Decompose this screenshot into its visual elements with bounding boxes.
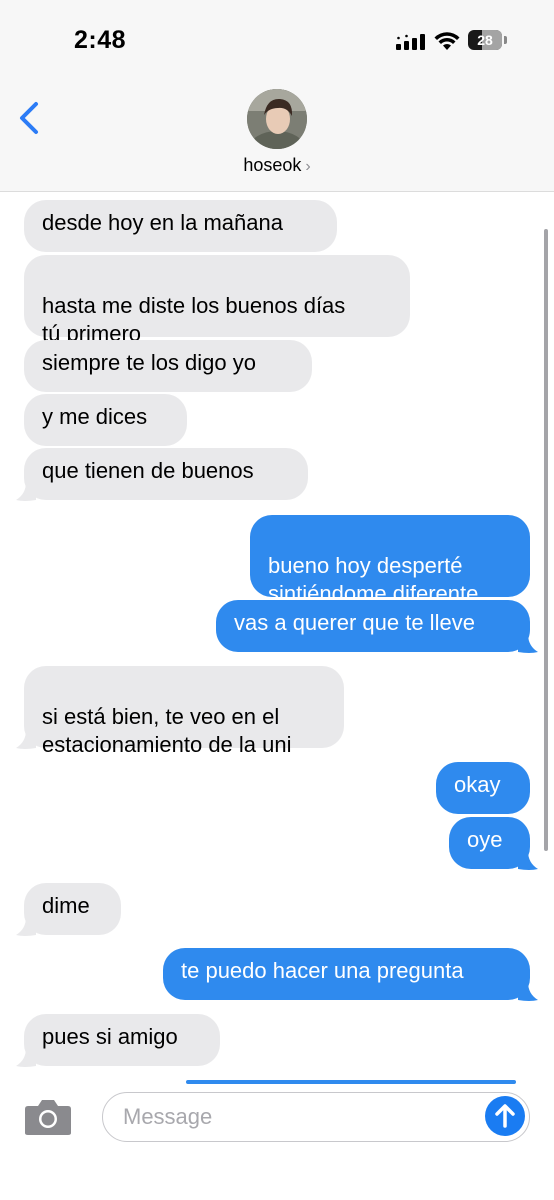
- battery-icon: 28: [468, 30, 508, 52]
- message-text: okay: [454, 772, 501, 797]
- contact-name-button[interactable]: hoseok ›: [0, 155, 554, 176]
- message-text: si está bien, te veo en el estacionamien…: [42, 704, 292, 757]
- contact-name: hoseok: [243, 155, 302, 175]
- message-text: bueno hoy desperté sintiéndome diferente: [268, 553, 479, 606]
- wifi-icon: [434, 32, 460, 50]
- message-text: desde hoy en la mañana: [42, 210, 283, 235]
- scrollbar[interactable]: [544, 229, 548, 851]
- bubble-tail: [16, 1048, 36, 1067]
- camera-icon[interactable]: [24, 1098, 72, 1136]
- message-text: te puedo hacer una pregunta: [181, 958, 464, 983]
- status-time: 2:48: [74, 26, 127, 54]
- bubble-tail: [16, 730, 36, 749]
- message-text: oye: [467, 827, 503, 852]
- message-bubble[interactable]: pues si amigo: [24, 1014, 220, 1066]
- message-text: vas a querer que te lleve: [234, 610, 475, 635]
- chevron-right-icon: ›: [305, 158, 311, 175]
- avatar[interactable]: [247, 89, 307, 149]
- message-bubble[interactable]: desde hoy en la mañana: [24, 200, 337, 252]
- bubble-tail: [16, 917, 36, 936]
- bubble-tail: [518, 634, 538, 653]
- message-bubble[interactable]: vas a querer que te lleve: [216, 600, 530, 652]
- message-bubble[interactable]: si está bien, te veo en el estacionamien…: [24, 666, 344, 757]
- message-bubble[interactable]: dime: [24, 883, 121, 935]
- message-bubble[interactable]: hasta me diste los buenos días tú primer…: [24, 255, 410, 346]
- message-bubble[interactable]: okay: [436, 762, 530, 814]
- message-text: y me dices: [42, 404, 148, 429]
- message-bubble[interactable]: que tienen de buenos: [24, 448, 308, 500]
- message-text: hasta me diste los buenos días tú primer…: [42, 293, 346, 346]
- conversation-header: hoseok ›: [0, 80, 554, 192]
- status-bar: 2:48 28: [0, 0, 554, 80]
- message-input-placeholder: Message: [123, 1104, 213, 1129]
- message-bubble[interactable]: bueno hoy desperté sintiéndome diferente: [250, 515, 530, 606]
- message-text: dime: [42, 893, 90, 918]
- battery-percentage: 28: [477, 32, 493, 48]
- message-text: pues si amigo: [42, 1024, 178, 1049]
- bubble-tail: [518, 982, 538, 1001]
- message-text: siempre te los digo yo: [42, 350, 256, 375]
- chevron-left-icon[interactable]: [14, 98, 46, 138]
- arrow-up-icon: [495, 1104, 515, 1128]
- bubble-tail: [16, 482, 36, 501]
- message-text: que tienen de buenos: [42, 458, 254, 483]
- partial-message-bubble: [186, 1080, 516, 1084]
- send-button[interactable]: [485, 1096, 525, 1136]
- cellular-signal-icon: [396, 34, 425, 50]
- message-bubble[interactable]: siempre te los digo yo: [24, 340, 312, 392]
- message-bubble[interactable]: y me dices: [24, 394, 187, 446]
- message-bubble[interactable]: te puedo hacer una pregunta: [163, 948, 530, 1000]
- message-input[interactable]: Message: [102, 1092, 530, 1142]
- bubble-tail: [518, 851, 538, 870]
